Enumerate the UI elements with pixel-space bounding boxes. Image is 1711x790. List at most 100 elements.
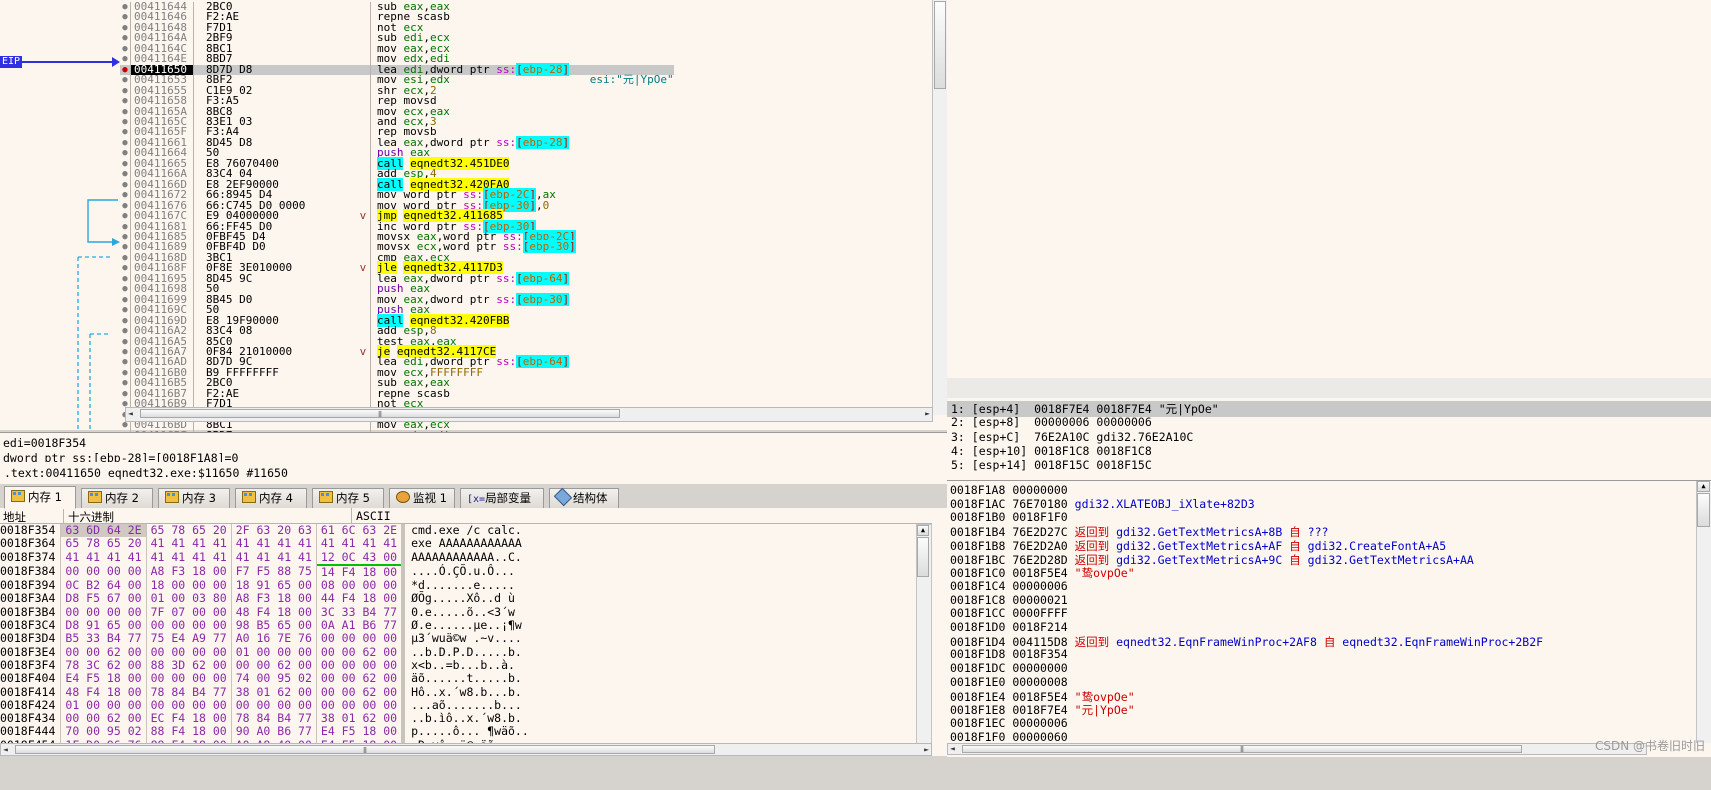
dump-ascii[interactable]: AAAAAAAAAAAA..C. bbox=[405, 550, 529, 565]
dump-hex-group[interactable]: 38 01 62 00 bbox=[232, 685, 316, 699]
dump-row[interactable]: 0018F384 00 00 00 00 A8 F3 18 00 F7 F5 88 7… bbox=[0, 565, 529, 580]
tab-4[interactable]: 内存 4 bbox=[235, 488, 307, 508]
dump-hex-group[interactable]: 01 00 00 00 bbox=[232, 645, 316, 659]
breakpoint-dot[interactable]: ● bbox=[120, 2, 131, 12]
dump-row[interactable]: 0018F364 65 78 65 20 41 41 41 41 41 41 41 4… bbox=[0, 536, 529, 551]
stack-row[interactable]: 0018F1AC 76E70180 gdi32.XLATEOBJ_iXlate+… bbox=[950, 497, 1255, 511]
breakpoint-dot[interactable]: ● bbox=[120, 180, 131, 190]
dump-hex-group[interactable]: 48 F4 18 00 bbox=[61, 685, 145, 699]
breakpoint-dot[interactable]: ● bbox=[120, 378, 131, 388]
dump-hex-group[interactable]: 00 00 62 00 bbox=[317, 671, 401, 685]
breakpoint-dot[interactable]: ● bbox=[120, 222, 131, 232]
dump-hex-group[interactable]: 78 3C 62 00 bbox=[61, 658, 145, 672]
breakpoint-dot[interactable]: ● bbox=[120, 148, 131, 158]
breakpoint-dot[interactable]: ● bbox=[120, 389, 131, 399]
dump-hex-group[interactable]: 98 B5 65 00 bbox=[232, 618, 316, 632]
dump-hex-group[interactable]: 01 00 00 00 bbox=[61, 698, 145, 712]
dump-hex-group[interactable]: 00 00 00 00 bbox=[232, 698, 316, 712]
dump-ascii[interactable]: Hô..x.´w8.b...b. bbox=[405, 685, 529, 699]
stack-row[interactable]: 0018F1F0 00000060 bbox=[950, 730, 1068, 744]
breakpoint-dot[interactable]: ● bbox=[120, 274, 131, 284]
dump-hex-group[interactable]: A0 16 7E 76 bbox=[232, 632, 316, 646]
dump-hex-group[interactable]: 18 00 00 00 bbox=[147, 578, 231, 592]
breakpoint-dot[interactable]: ● bbox=[120, 305, 131, 315]
tab-7[interactable]: [x=局部变量 bbox=[460, 488, 544, 508]
dump-hex-group[interactable]: 44 F4 18 00 bbox=[317, 592, 401, 606]
dump-ascii[interactable]: ..b.D.P.D.....b. bbox=[405, 645, 529, 659]
dump-hex-group[interactable]: 00 00 62 00 bbox=[232, 658, 316, 672]
stack-row[interactable]: 0018F1C8 00000021 bbox=[950, 593, 1068, 607]
dump-hex-group[interactable]: 00 00 00 00 bbox=[317, 632, 401, 646]
dump-row[interactable]: 0018F374 41 41 41 41 41 41 41 41 41 41 41 4… bbox=[0, 550, 529, 566]
breakpoint-dot[interactable]: ● bbox=[120, 190, 131, 200]
stack-row[interactable]: 0018F1CC 0000FFFF bbox=[950, 606, 1068, 620]
breakpoint-dot[interactable]: ● bbox=[120, 33, 131, 43]
dump-row[interactable]: 0018F354 63 6D 64 2E 65 78 65 20 2F 63 20 6… bbox=[0, 524, 529, 538]
dump-table[interactable]: 0018F354 63 6D 64 2E 65 78 65 20 2F 63 20 6… bbox=[0, 524, 529, 753]
breakpoint-dot[interactable]: ● bbox=[120, 64, 131, 76]
breakpoint-dot[interactable]: ● bbox=[120, 211, 131, 221]
breakpoint-dot[interactable]: ● bbox=[120, 54, 131, 64]
breakpoint-dot[interactable]: ● bbox=[120, 138, 131, 148]
call-argument-row[interactable]: 3: [esp+C] 76E2A10C gdi32.76E2A10C bbox=[951, 430, 1193, 444]
dump-hex-group[interactable]: 08 00 00 00 bbox=[317, 578, 401, 592]
call-argument-row[interactable]: 4: [esp+10] 0018F1C8 0018F1C8 bbox=[951, 444, 1152, 458]
dump-hex-group[interactable]: 41 41 41 41 bbox=[232, 536, 316, 550]
dump-hex-group[interactable]: E4 F5 18 00 bbox=[317, 725, 401, 739]
breakpoint-dot[interactable]: ● bbox=[120, 337, 131, 347]
dump-hex-group[interactable]: A8 F3 18 00 bbox=[232, 592, 316, 606]
dump-ascii[interactable]: ....Ó.ÇÕ.u.Ô... bbox=[405, 565, 529, 579]
disasm-horizontal-scrollbar[interactable]: ⦀ ◄ ► bbox=[125, 407, 933, 422]
dump-hex-group[interactable]: 41 41 41 41 bbox=[147, 550, 231, 565]
dump-row[interactable]: 0018F414 48 F4 18 00 78 84 B4 77 38 01 62 0… bbox=[0, 685, 529, 699]
disassembly-pane[interactable]: ● 00411644 2BC0 sub eax,eax ● 00411646 F2:AE re… bbox=[0, 0, 947, 442]
breakpoint-dot[interactable]: ● bbox=[120, 44, 131, 54]
stack-row[interactable]: 0018F1C4 00000006 bbox=[950, 579, 1068, 593]
dump-ascii[interactable]: cmd.exe /c calc. bbox=[405, 524, 529, 537]
dump-row[interactable]: 0018F3C4 D8 91 65 00 00 00 00 00 98 B5 65 0… bbox=[0, 618, 529, 633]
dump-hex-group[interactable]: 41 41 41 41 bbox=[317, 536, 401, 550]
breakpoint-dot[interactable]: ● bbox=[120, 326, 131, 336]
dump-hex-group[interactable]: D8 91 65 00 bbox=[61, 618, 145, 632]
dump-hex-group[interactable]: 63 6D 64 2E bbox=[61, 524, 146, 538]
dump-hex-group[interactable]: 00 00 62 00 bbox=[317, 685, 401, 699]
dump-hex-group[interactable]: 00 00 00 00 bbox=[147, 698, 231, 712]
tab-8[interactable]: 结构体 bbox=[549, 487, 619, 508]
breakpoint-dot[interactable]: ● bbox=[120, 86, 131, 96]
dump-hex-group[interactable]: 7F 07 00 00 bbox=[147, 605, 231, 619]
stack-pane[interactable]: ▲ ⦀ ◄ 0018F1A8 00000000 0018F1AC 76E70180… bbox=[947, 480, 1711, 757]
dump-hex-group[interactable]: 00 00 00 00 bbox=[61, 605, 145, 619]
breakpoint-dot[interactable]: ● bbox=[120, 107, 131, 117]
dump-hex-group[interactable]: 00 00 62 00 bbox=[61, 711, 145, 725]
stack-row[interactable]: 0018F1DC 00000000 bbox=[950, 661, 1068, 675]
dump-row[interactable]: 0018F3D4 B5 33 B4 77 75 E4 A9 77 A0 16 7E 7… bbox=[0, 632, 529, 646]
breakpoint-dot[interactable]: ● bbox=[120, 159, 131, 169]
dump-hex-group[interactable]: 00 00 00 00 bbox=[147, 671, 231, 685]
dump-row[interactable]: 0018F444 70 00 95 02 88 F4 18 00 90 A0 B6 7… bbox=[0, 725, 529, 739]
dump-hex-group[interactable]: 18 91 65 00 bbox=[232, 578, 316, 592]
tab-5[interactable]: 内存 5 bbox=[312, 488, 384, 508]
stack-row[interactable]: 0018F1D0 0018F214 bbox=[950, 620, 1068, 634]
dump-vertical-scrollbar[interactable]: ▲ bbox=[916, 524, 932, 744]
memory-dump-pane[interactable]: 地址 十六进制 ASCII 0018F354 63 6D 64 2E 65 78 6… bbox=[0, 508, 947, 756]
dump-hex-group[interactable]: 88 F4 18 00 bbox=[147, 725, 231, 739]
stack-row[interactable]: 0018F1EC 00000006 bbox=[950, 716, 1068, 730]
dump-hex-group[interactable]: 00 00 00 00 bbox=[317, 658, 401, 672]
dump-row[interactable]: 0018F3F4 78 3C 62 00 88 3D 62 00 00 00 62 0… bbox=[0, 658, 529, 673]
dump-hex-group[interactable]: B5 33 B4 77 bbox=[61, 632, 145, 646]
dump-hex-group[interactable]: 65 78 65 20 bbox=[61, 536, 145, 550]
dump-hex-group[interactable]: 2F 63 20 63 bbox=[232, 524, 316, 537]
dump-hex-group[interactable]: 00 00 00 00 bbox=[147, 618, 231, 632]
dump-row[interactable]: 0018F424 01 00 00 00 00 00 00 00 00 00 00 0… bbox=[0, 698, 529, 713]
dump-ascii[interactable]: µ3´wuä©w .~v.... bbox=[405, 632, 529, 646]
breakpoint-dot[interactable]: ● bbox=[120, 347, 131, 357]
dump-ascii[interactable]: ..b.ìô..x.´w8.b. bbox=[405, 711, 529, 725]
call-arguments-pane[interactable]: 1: [esp+4] 0018F7E4 0018F7E4 "元|YpOe" 2: … bbox=[947, 398, 1711, 480]
breakpoint-dot[interactable]: ● bbox=[120, 169, 131, 179]
stack-row[interactable]: 0018F1E0 00000008 bbox=[950, 675, 1068, 689]
dump-row[interactable]: 0018F3A4 D8 F5 67 00 01 00 03 80 A8 F3 18 0… bbox=[0, 592, 529, 606]
stack-horizontal-scrollbar[interactable]: ⦀ ◄ bbox=[947, 743, 1647, 755]
tab-2[interactable]: 内存 2 bbox=[81, 488, 153, 508]
dump-ascii[interactable]: exe AAAAAAAAAAAA bbox=[405, 536, 529, 550]
dump-ascii[interactable]: x<b..=b...b..à. bbox=[405, 658, 529, 672]
